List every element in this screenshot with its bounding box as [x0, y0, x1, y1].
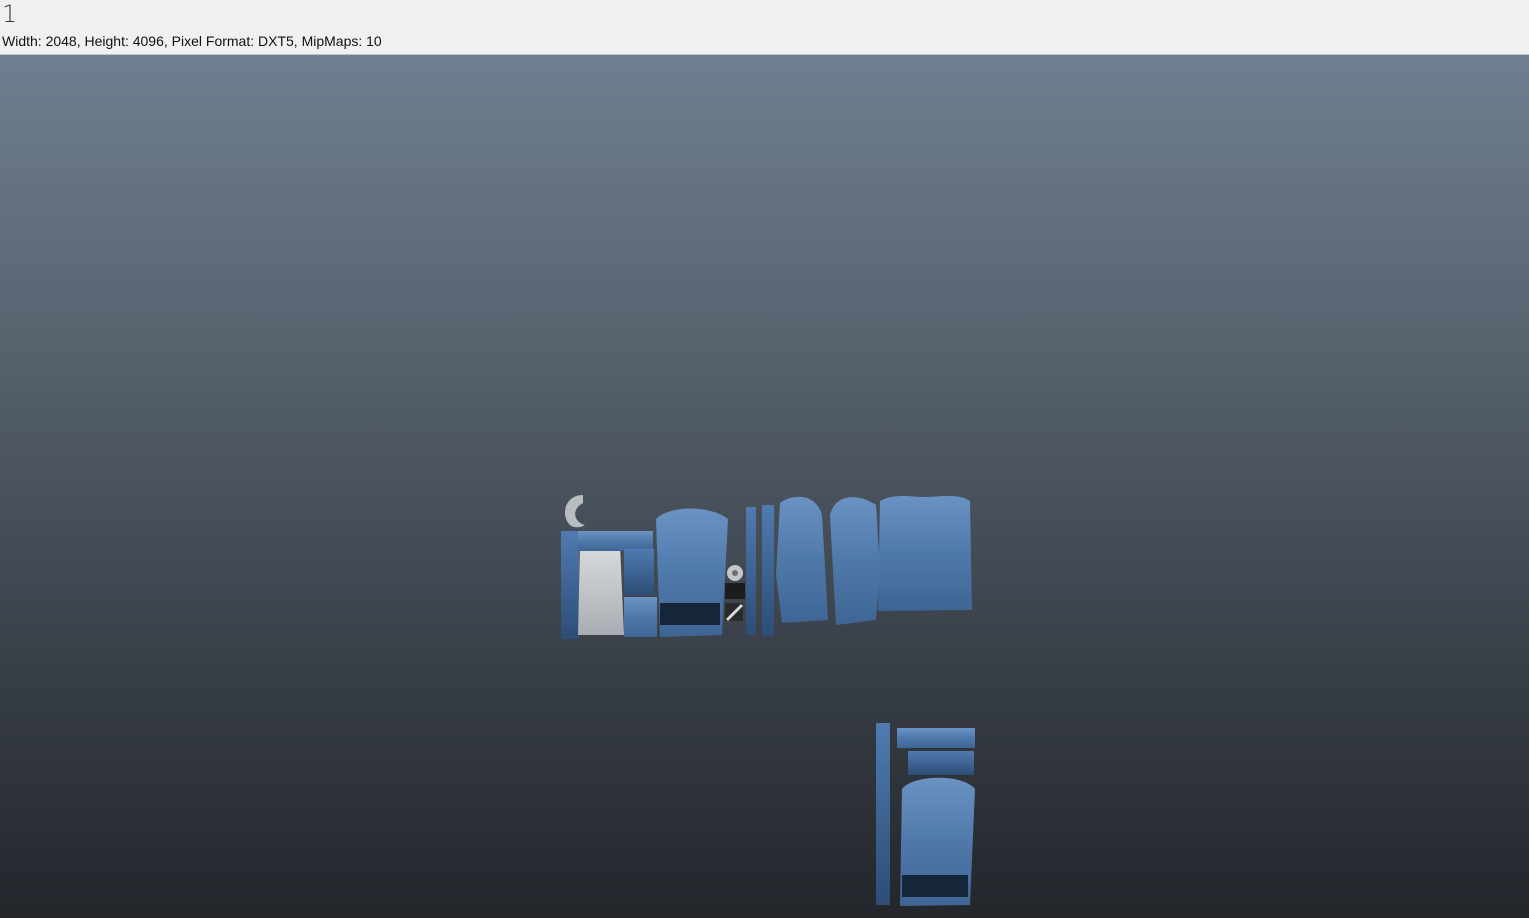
- button-hardware-2: [725, 583, 745, 599]
- lower-uv-island-group: [876, 723, 975, 906]
- waistband-lower: [902, 875, 968, 897]
- placket-strip-1: [746, 507, 756, 635]
- white-lining-piece: [578, 545, 624, 635]
- waistband-dark: [660, 603, 720, 625]
- pocket-flap-top: [578, 531, 653, 551]
- back-panel-large: [878, 496, 972, 611]
- pocket-piece-1: [624, 549, 654, 595]
- collar-band-top: [897, 728, 975, 748]
- collar-piece: [564, 495, 585, 528]
- texture-image: [561, 495, 975, 906]
- texture-viewer-window: 1 Width: 2048, Height: 4096, Pixel Forma…: [0, 0, 1529, 918]
- upper-uv-island-group: [561, 495, 972, 639]
- side-strip-long: [876, 723, 890, 905]
- pocket-piece-2: [624, 597, 657, 637]
- front-panel-left: [776, 496, 828, 623]
- texture-preview-viewport[interactable]: [0, 55, 1529, 918]
- collar-band-mid: [908, 751, 974, 775]
- texture-properties: Width: 2048, Height: 4096, Pixel Format:…: [2, 33, 382, 49]
- front-panel-right: [830, 497, 880, 625]
- texture-info-header: 1 Width: 2048, Height: 4096, Pixel Forma…: [0, 0, 1529, 55]
- texture-name: 1: [2, 0, 18, 28]
- placket-strip-2: [762, 505, 774, 636]
- side-strip-left: [561, 531, 579, 639]
